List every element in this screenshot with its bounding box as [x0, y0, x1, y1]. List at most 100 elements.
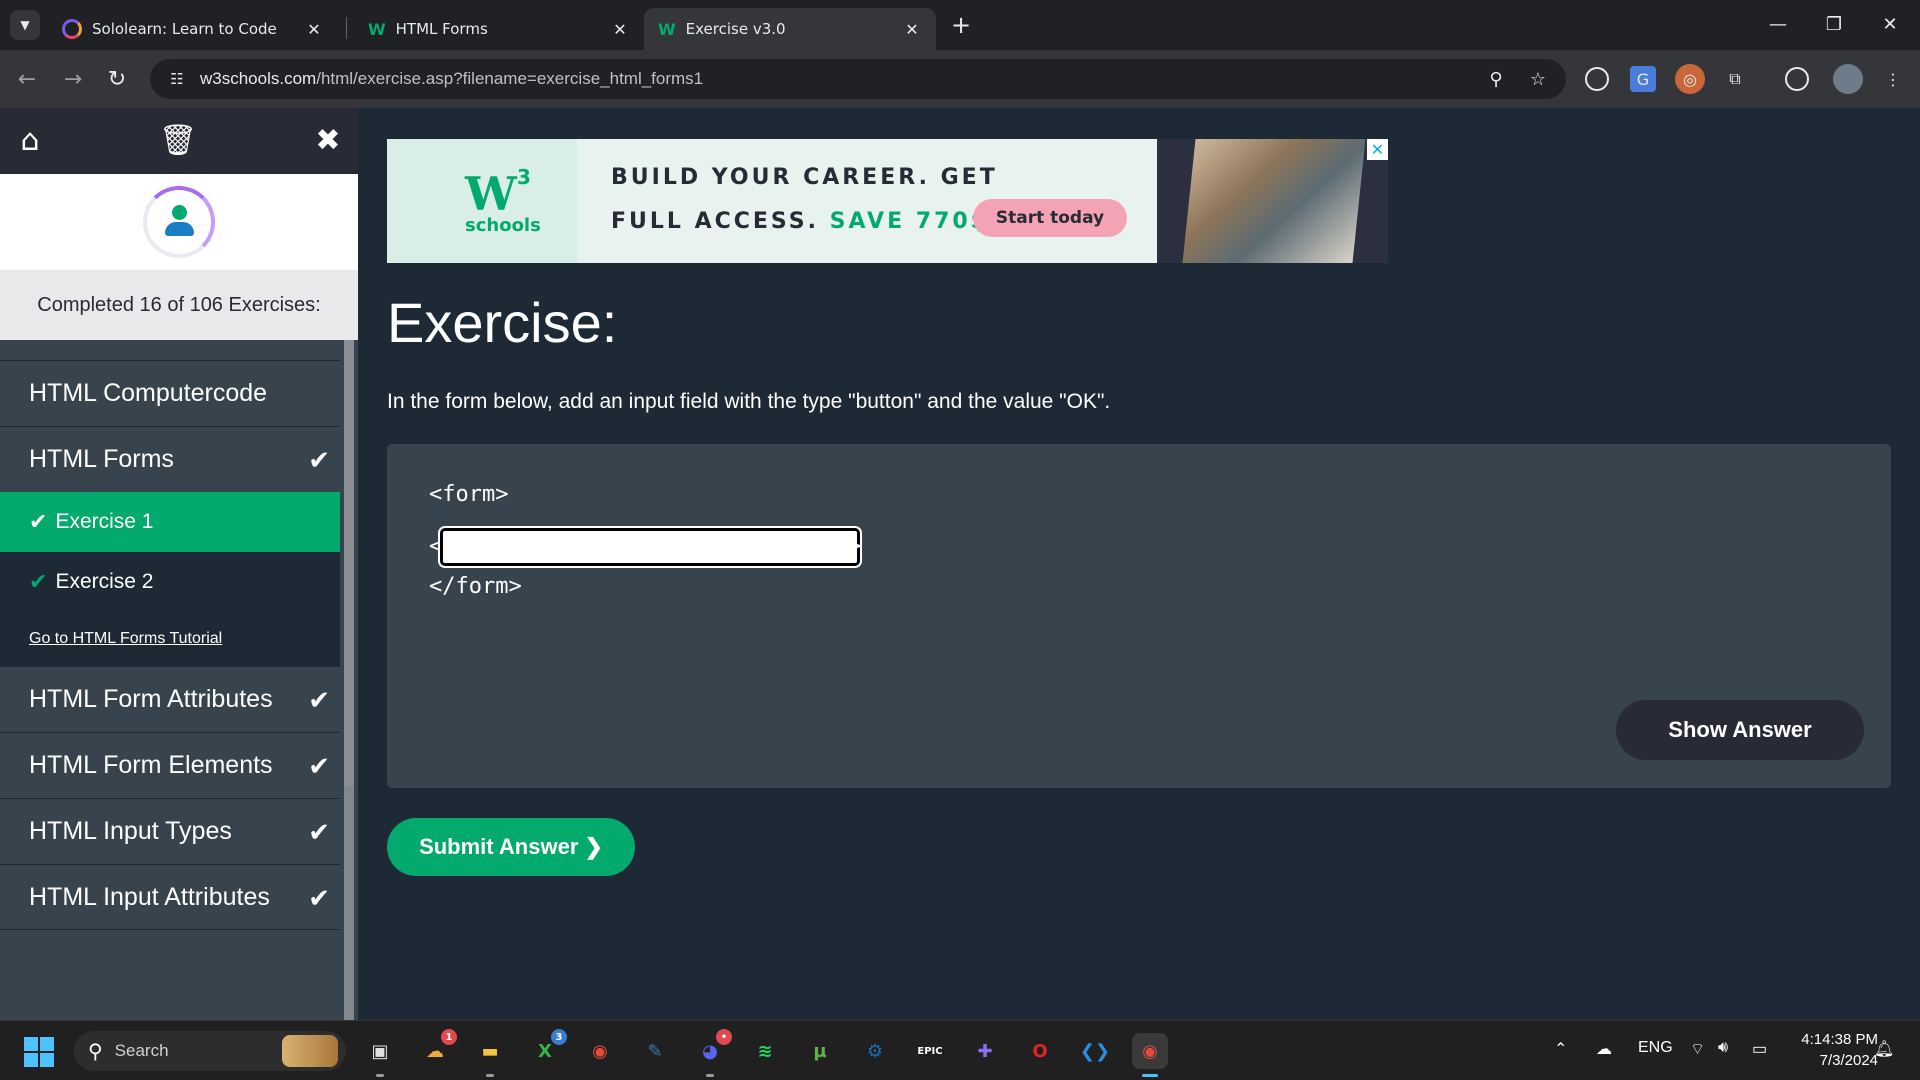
tab-exercise[interactable]: W Exercise v3.0 ✕	[644, 8, 936, 50]
weather-app[interactable]: ☁ 1	[417, 1029, 457, 1069]
browser-toolbar: ← → ↻ ☷ w3schools.com/html/exercise.asp?…	[0, 50, 1920, 108]
task-view-app[interactable]: ▣	[362, 1033, 398, 1077]
close-icon[interactable]: ✕	[610, 20, 630, 39]
start-button[interactable]	[24, 1037, 54, 1067]
tab-html-forms[interactable]: W HTML Forms ✕	[354, 8, 644, 50]
site-info-icon[interactable]: ☷	[162, 70, 192, 88]
sidebar-item-html-forms[interactable]: HTML Forms ✔	[0, 426, 340, 492]
sidebar-item-html-input-types[interactable]: HTML Input Types ✔	[0, 798, 340, 864]
utorrent-app[interactable]: µ	[802, 1033, 838, 1069]
ad-banner[interactable]: W 3 schools BUILD YOUR CAREER. GET FULL …	[387, 139, 1388, 263]
address-bar[interactable]: ☷ w3schools.com/html/exercise.asp?filena…	[150, 59, 1566, 99]
wifi-icon[interactable]: ⌔	[1690, 1039, 1705, 1059]
forward-button[interactable]: →	[58, 64, 88, 94]
tab-label: Exercise v3.0	[685, 20, 786, 38]
sidebar-item-html-input-attributes[interactable]: HTML Input Attributes ✔	[0, 864, 340, 930]
chrome-active-app[interactable]: ◉	[1132, 1033, 1168, 1077]
extension-face-icon[interactable]: ◎	[1675, 64, 1705, 94]
submit-answer-button[interactable]: Submit Answer ❯	[387, 818, 635, 876]
clock[interactable]: 4:14:38 PM 7/3/2024	[1788, 1029, 1878, 1071]
xbox-app[interactable]: X3	[527, 1029, 567, 1069]
close-window-button[interactable]: ✕	[1870, 8, 1910, 40]
sidebar-item-label: HTML Input Types	[29, 817, 232, 845]
close-icon[interactable]: ✕	[304, 20, 324, 39]
checkmark-icon: ✔	[308, 817, 330, 847]
file-explorer-icon: ▬	[481, 1040, 499, 1062]
python-app[interactable]: ✎	[637, 1033, 673, 1069]
tab-sololearn[interactable]: Sololearn: Learn to Code ✕	[48, 8, 338, 50]
discord-icon: ◕	[702, 1040, 718, 1062]
notification-bell-icon[interactable]: 🔔︎	[1874, 1039, 1894, 1059]
page-content: ⌂ 🗑 ✖ Completed 16 of 106 Exercises: HTM…	[0, 108, 1920, 1020]
epic-games-app[interactable]: EPIC	[912, 1033, 948, 1069]
reload-button[interactable]: ↻	[102, 64, 132, 94]
language-indicator[interactable]: ENG	[1638, 1039, 1673, 1057]
spotify-app[interactable]: ≋	[747, 1033, 783, 1069]
notification-badge: •	[716, 1029, 732, 1045]
url-text[interactable]: w3schools.com/html/exercise.asp?filename…	[200, 69, 703, 89]
chrome-app[interactable]: ◉	[582, 1033, 618, 1069]
more-menu-icon[interactable]: ⋮	[1878, 64, 1908, 94]
sidebar-scrollbar[interactable]	[340, 340, 358, 1020]
sidebar-item-html-form-attributes[interactable]: HTML Form Attributes ✔	[0, 666, 340, 732]
restore-button[interactable]: ❐	[1814, 8, 1854, 40]
windows-logo-tile	[40, 1053, 54, 1067]
search-icon: ⚲	[88, 1039, 103, 1063]
xbox-icon: X	[538, 1040, 552, 1062]
file-explorer-app[interactable]: ▬	[472, 1033, 508, 1077]
tutorial-link[interactable]: Go to HTML Forms Tutorial	[29, 630, 222, 648]
chevron-up-icon[interactable]: ⌃	[1554, 1039, 1567, 1059]
notification-badge: 1	[441, 1029, 457, 1045]
home-icon[interactable]: ⌂	[12, 122, 48, 158]
translate-icon[interactable]: G	[1630, 66, 1656, 92]
new-tab-button[interactable]: +	[948, 11, 974, 39]
restore-icon: ❐	[1825, 13, 1843, 35]
taskbar-search[interactable]: ⚲ Search	[74, 1031, 346, 1071]
sub-item-label: Exercise 2	[55, 570, 154, 593]
url-path: /html/exercise.asp?filename=exercise_htm…	[316, 69, 704, 88]
ad-photo-image	[1182, 139, 1366, 263]
back-button[interactable]: ←	[12, 64, 42, 94]
performance-icon[interactable]	[1785, 67, 1809, 91]
vscode-app[interactable]: ❮❯	[1077, 1033, 1113, 1069]
volume-icon[interactable]: 🔊︎	[1718, 1039, 1728, 1057]
answer-input[interactable]	[438, 526, 862, 568]
w3schools-logo-sup: 3	[517, 165, 531, 189]
sub-item-exercise-2[interactable]: ✔ Exercise 2	[0, 552, 340, 612]
battery-icon[interactable]: ▭	[1752, 1039, 1767, 1059]
scrollbar-thumb[interactable]	[344, 340, 354, 786]
avatar	[159, 202, 199, 242]
tab-search-button[interactable]: ▼	[10, 10, 40, 40]
game-controller-app[interactable]: ✚	[967, 1033, 1003, 1069]
sidebar-item-label: HTML Input Attributes	[29, 882, 270, 911]
show-answer-button[interactable]: Show Answer	[1616, 700, 1864, 760]
sidebar-item-html-form-elements[interactable]: HTML Form Elements ✔	[0, 732, 340, 798]
speed-dial-icon[interactable]	[1585, 67, 1609, 91]
sidebar-top-bar: ⌂ 🗑 ✖	[0, 108, 358, 174]
onedrive-icon[interactable]: ☁	[1596, 1039, 1612, 1059]
vscode-icon: ❮❯	[1079, 1040, 1111, 1062]
opera-app[interactable]: O	[1022, 1033, 1058, 1069]
steam-app[interactable]: ⚙	[857, 1033, 893, 1069]
sidebar-item-html-computercode[interactable]: HTML Computercode	[0, 360, 340, 426]
spotify-icon: ≋	[757, 1040, 773, 1062]
sub-item-exercise-1[interactable]: ✔ Exercise 1	[0, 492, 340, 552]
sub-item-label: Exercise 1	[55, 510, 154, 533]
bookmark-star-icon[interactable]: ☆	[1524, 65, 1552, 93]
puzzle-extensions-icon[interactable]: ⧉	[1720, 64, 1750, 94]
checkmark-icon: ✔	[308, 883, 330, 913]
weather-icon: ☁	[426, 1040, 444, 1062]
ad-cta-button[interactable]: Start today	[973, 199, 1127, 237]
discord-app[interactable]: ◕ •	[692, 1029, 732, 1077]
close-icon[interactable]: ✕	[902, 20, 922, 39]
trash-icon[interactable]: 🗑	[159, 122, 197, 158]
close-sidebar-icon[interactable]: ✖	[310, 122, 346, 158]
plus-icon: +	[950, 11, 972, 39]
zoom-icon[interactable]: ⚲	[1482, 65, 1510, 93]
profile-avatar[interactable]	[1833, 64, 1863, 94]
ad-close-button[interactable]: ✕	[1367, 139, 1388, 160]
minimize-icon: —	[1769, 13, 1787, 35]
windows-logo-tile	[24, 1053, 38, 1067]
minimize-button[interactable]: —	[1758, 8, 1798, 40]
progress-ring	[143, 186, 215, 258]
